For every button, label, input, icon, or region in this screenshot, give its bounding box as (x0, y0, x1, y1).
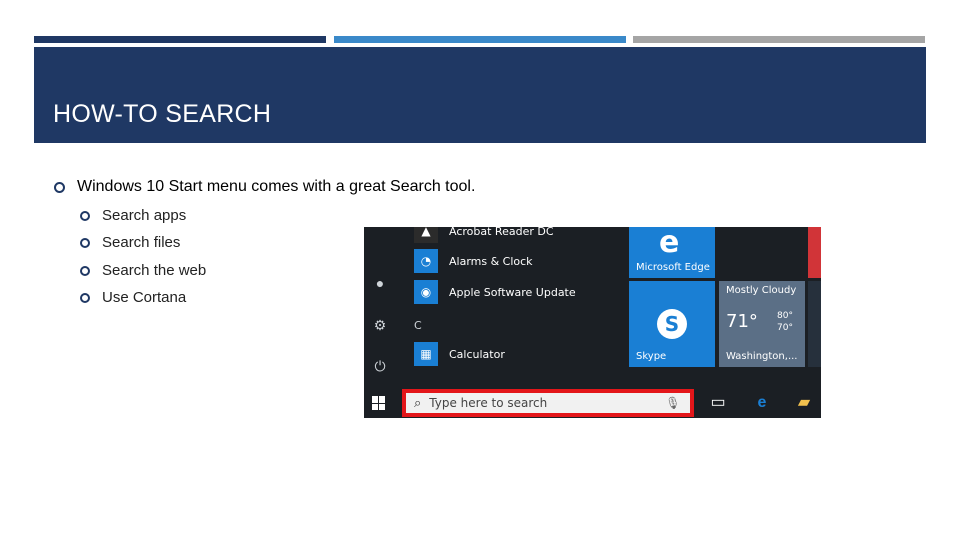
tile-label: Microsoft Edge (636, 262, 710, 273)
tile-microsoft-edge[interactable]: e Microsoft Edge (629, 227, 715, 278)
sub-bullet-cortana: Use Cortana (80, 289, 186, 306)
taskbar: ⌕ 🎙 ▭ e ▰ (364, 387, 821, 418)
app-label: Apple Software Update (449, 285, 576, 299)
weather-low: 70° (777, 323, 793, 333)
bullet-text: Search the web (102, 262, 207, 279)
accent-bar-navy (34, 36, 326, 43)
task-view-icon[interactable]: ▭ (708, 393, 728, 413)
calculator-icon: ▦ (414, 342, 438, 366)
slide-title: HOW-TO SEARCH (53, 100, 272, 128)
bullet-circle-icon (80, 292, 90, 303)
microphone-icon[interactable]: 🎙 (665, 396, 680, 410)
tile-weather[interactable]: Mostly Cloudy 71° 80° 70° Washington,... (719, 281, 805, 367)
user-avatar-icon[interactable]: ● (372, 275, 388, 291)
tile-partial-dark[interactable] (808, 281, 821, 367)
file-explorer-icon[interactable]: ▰ (794, 393, 814, 413)
bullet-circle-icon (80, 210, 90, 221)
weather-condition: Mostly Cloudy (726, 285, 797, 296)
tile-skype[interactable]: S Skype (629, 281, 715, 367)
power-icon[interactable]: ⏻ (372, 358, 388, 374)
weather-temp: 71° (726, 311, 758, 332)
app-label: Calculator (449, 347, 505, 361)
alarm-icon: ◔ (414, 249, 438, 273)
weather-city: Washington,... (726, 351, 798, 362)
section-letter[interactable]: C (414, 319, 422, 332)
bullet-text: Search apps (102, 207, 187, 224)
sub-bullet-search-files: Search files (80, 234, 180, 251)
edge-taskbar-icon[interactable]: e (752, 393, 772, 413)
app-apple-update[interactable]: ◉ Apple Software Update (414, 280, 576, 304)
search-icon: ⌕ (414, 395, 422, 410)
skype-logo-icon: S (657, 309, 687, 339)
bullet-circle-icon (54, 181, 65, 193)
settings-gear-icon[interactable]: ⚙ (372, 317, 388, 333)
app-label: Acrobat Reader DC (449, 227, 554, 238)
title-banner: HOW-TO SEARCH (34, 47, 926, 143)
apple-update-icon: ◉ (414, 280, 438, 304)
search-input[interactable] (427, 395, 662, 411)
windows-start-menu-screenshot: ● ⚙ ⏻ ▲ Acrobat Reader DC ◔ Alarms & Clo… (364, 227, 821, 418)
bullet-circle-icon (80, 265, 90, 276)
bullet-text: Use Cortana (102, 289, 187, 306)
tile-partial-red[interactable] (808, 227, 821, 278)
acrobat-icon: ▲ (414, 227, 438, 243)
taskbar-search-box[interactable]: ⌕ 🎙 (402, 389, 694, 417)
app-calculator[interactable]: ▦ Calculator (414, 342, 505, 366)
app-label: Alarms & Clock (449, 254, 533, 268)
app-acrobat[interactable]: ▲ Acrobat Reader DC (414, 227, 554, 243)
bullet-text: Windows 10 Start menu comes with a great… (77, 178, 476, 195)
accent-bar-gray (633, 36, 925, 43)
sub-bullet-search-web: Search the web (80, 262, 206, 279)
bullet-main: Windows 10 Start menu comes with a great… (54, 178, 475, 196)
bullet-circle-icon (80, 237, 90, 248)
start-rail: ● ⚙ ⏻ (364, 227, 397, 387)
windows-start-icon[interactable] (372, 396, 386, 410)
app-alarms[interactable]: ◔ Alarms & Clock (414, 249, 533, 273)
sub-bullet-search-apps: Search apps (80, 207, 186, 224)
weather-high: 80° (777, 311, 793, 321)
bullet-text: Search files (102, 234, 181, 251)
edge-logo-icon: e (659, 227, 680, 260)
tile-label: Skype (636, 351, 667, 362)
accent-bar-blue (334, 36, 626, 43)
